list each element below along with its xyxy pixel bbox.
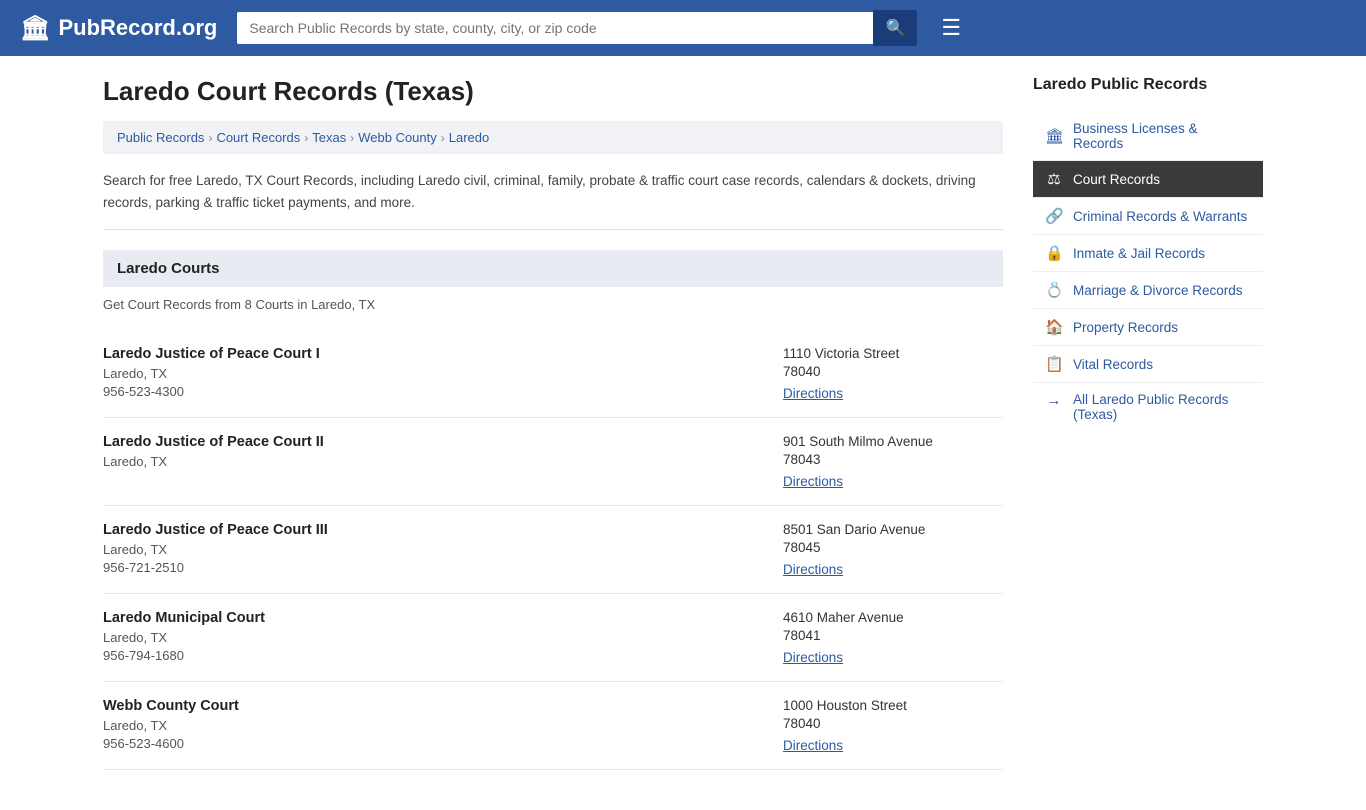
page-title: Laredo Court Records (Texas) xyxy=(103,76,1003,107)
court-left: Laredo Justice of Peace Court II Laredo,… xyxy=(103,434,783,472)
court-right: 1110 Victoria Street 78040 Directions xyxy=(783,346,1003,401)
breadcrumb-sep-4: › xyxy=(441,131,445,145)
sidebar-item-icon: 🔒 xyxy=(1045,244,1063,262)
sidebar-item-label: Vital Records xyxy=(1073,357,1153,372)
page-container: Laredo Court Records (Texas) Public Reco… xyxy=(83,56,1283,810)
header: 🏛 PubRecord.org 🔍 ☰ xyxy=(0,0,1366,56)
breadcrumb-public-records[interactable]: Public Records xyxy=(117,130,204,145)
breadcrumb-sep-2: › xyxy=(304,131,308,145)
sidebar-item-property-records[interactable]: 🏠 Property Records xyxy=(1033,309,1263,346)
court-name: Laredo Justice of Peace Court III xyxy=(103,522,783,538)
court-zip: 78045 xyxy=(783,540,1003,555)
logo-text: PubRecord.org xyxy=(58,15,217,41)
sidebar-item-label: Marriage & Divorce Records xyxy=(1073,283,1243,298)
sidebar-item-icon: 📋 xyxy=(1045,355,1063,373)
court-address: 4610 Maher Avenue xyxy=(783,610,1003,625)
court-address: 1000 Houston Street xyxy=(783,698,1003,713)
sidebar-item-inmate-jail-records[interactable]: 🔒 Inmate & Jail Records xyxy=(1033,235,1263,272)
sidebar-title: Laredo Public Records xyxy=(1033,76,1263,100)
court-left: Laredo Justice of Peace Court I Laredo, … xyxy=(103,346,783,399)
directions-link[interactable]: Directions xyxy=(783,474,843,489)
court-zip: 78041 xyxy=(783,628,1003,643)
sidebar-item-court-records[interactable]: ⚖ Court Records xyxy=(1033,161,1263,198)
court-right: 1000 Houston Street 78040 Directions xyxy=(783,698,1003,753)
sidebar-item-label: Business Licenses & Records xyxy=(1073,121,1251,151)
sidebar-item-criminal-records-warrants[interactable]: 🔗 Criminal Records & Warrants xyxy=(1033,198,1263,235)
logo-icon: 🏛 xyxy=(20,14,50,43)
sidebar-item-label: Criminal Records & Warrants xyxy=(1073,209,1247,224)
court-name: Webb County Court xyxy=(103,698,783,714)
court-city: Laredo, TX xyxy=(103,630,783,645)
court-entry: Webb County Court Laredo, TX 956-523-460… xyxy=(103,682,1003,770)
court-entry: Laredo Justice of Peace Court I Laredo, … xyxy=(103,330,1003,418)
search-input[interactable] xyxy=(237,12,873,44)
main-content: Laredo Court Records (Texas) Public Reco… xyxy=(103,76,1003,770)
page-description: Search for free Laredo, TX Court Records… xyxy=(103,170,1003,230)
court-address: 1110 Victoria Street xyxy=(783,346,1003,361)
breadcrumb-sep-1: › xyxy=(208,131,212,145)
court-zip: 78043 xyxy=(783,452,1003,467)
breadcrumb-sep-3: › xyxy=(350,131,354,145)
menu-icon: ☰ xyxy=(941,15,961,40)
court-phone: 956-721-2510 xyxy=(103,560,783,575)
court-left: Webb County Court Laredo, TX 956-523-460… xyxy=(103,698,783,751)
court-entry: Laredo Justice of Peace Court II Laredo,… xyxy=(103,418,1003,506)
court-left: Laredo Justice of Peace Court III Laredo… xyxy=(103,522,783,575)
sidebar-item-all[interactable]: → All Laredo Public Records (Texas) xyxy=(1033,383,1263,431)
court-name: Laredo Municipal Court xyxy=(103,610,783,626)
court-zip: 78040 xyxy=(783,364,1003,379)
court-phone: 956-523-4600 xyxy=(103,736,783,751)
search-button[interactable]: 🔍 xyxy=(873,10,917,46)
court-city: Laredo, TX xyxy=(103,454,783,469)
court-entry: Laredo Municipal Court Laredo, TX 956-79… xyxy=(103,594,1003,682)
court-right: 4610 Maher Avenue 78041 Directions xyxy=(783,610,1003,665)
directions-link[interactable]: Directions xyxy=(783,386,843,401)
breadcrumb: Public Records › Court Records › Texas ›… xyxy=(103,121,1003,154)
logo[interactable]: 🏛 PubRecord.org xyxy=(20,14,217,43)
sidebar-item-marriage-divorce-records[interactable]: 💍 Marriage & Divorce Records xyxy=(1033,272,1263,309)
court-right: 901 South Milmo Avenue 78043 Directions xyxy=(783,434,1003,489)
court-right: 8501 San Dario Avenue 78045 Directions xyxy=(783,522,1003,577)
sidebar-item-business-licenses-records[interactable]: 🏛 Business Licenses & Records xyxy=(1033,112,1263,161)
courts-list: Laredo Justice of Peace Court I Laredo, … xyxy=(103,330,1003,770)
sidebar-item-label: Court Records xyxy=(1073,172,1160,187)
sidebar-item-icon: ⚖ xyxy=(1045,170,1063,188)
court-name: Laredo Justice of Peace Court II xyxy=(103,434,783,450)
court-entry: Laredo Justice of Peace Court III Laredo… xyxy=(103,506,1003,594)
court-address: 901 South Milmo Avenue xyxy=(783,434,1003,449)
directions-link[interactable]: Directions xyxy=(783,562,843,577)
court-city: Laredo, TX xyxy=(103,542,783,557)
section-subtext: Get Court Records from 8 Courts in Lared… xyxy=(103,297,1003,312)
breadcrumb-texas[interactable]: Texas xyxy=(312,130,346,145)
court-address: 8501 San Dario Avenue xyxy=(783,522,1003,537)
court-phone: 956-794-1680 xyxy=(103,648,783,663)
section-header: Laredo Courts xyxy=(103,250,1003,287)
sidebar-item-icon: 💍 xyxy=(1045,281,1063,299)
court-phone: 956-523-4300 xyxy=(103,384,783,399)
sidebar-item-vital-records[interactable]: 📋 Vital Records xyxy=(1033,346,1263,383)
breadcrumb-court-records[interactable]: Court Records xyxy=(216,130,300,145)
sidebar-item-label: Property Records xyxy=(1073,320,1178,335)
court-city: Laredo, TX xyxy=(103,718,783,733)
sidebar-item-icon: 🏛 xyxy=(1045,127,1063,145)
sidebar-item-icon: 🔗 xyxy=(1045,207,1063,225)
directions-link[interactable]: Directions xyxy=(783,650,843,665)
search-area: 🔍 xyxy=(237,10,917,46)
sidebar-item-icon: 🏠 xyxy=(1045,318,1063,336)
court-city: Laredo, TX xyxy=(103,366,783,381)
breadcrumb-webb-county[interactable]: Webb County xyxy=(358,130,437,145)
sidebar: Laredo Public Records 🏛 Business License… xyxy=(1033,76,1263,770)
court-left: Laredo Municipal Court Laredo, TX 956-79… xyxy=(103,610,783,663)
sidebar-item-label: Inmate & Jail Records xyxy=(1073,246,1205,261)
search-icon: 🔍 xyxy=(885,20,905,37)
directions-link[interactable]: Directions xyxy=(783,738,843,753)
arrow-icon: → xyxy=(1045,392,1063,409)
sidebar-all-label: All Laredo Public Records (Texas) xyxy=(1073,392,1251,422)
court-zip: 78040 xyxy=(783,716,1003,731)
menu-button[interactable]: ☰ xyxy=(937,13,965,43)
breadcrumb-laredo[interactable]: Laredo xyxy=(449,130,489,145)
court-name: Laredo Justice of Peace Court I xyxy=(103,346,783,362)
